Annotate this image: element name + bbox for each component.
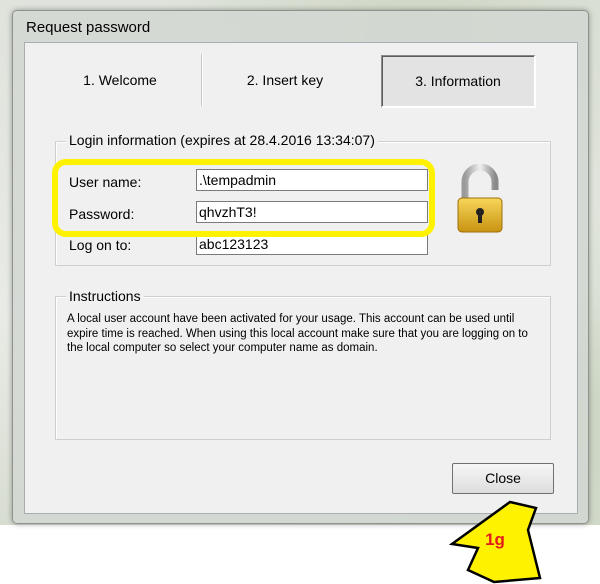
- open-padlock-icon: [457, 164, 503, 233]
- close-button[interactable]: Close: [452, 463, 554, 494]
- instructions-text: A local user account have been activated…: [67, 313, 528, 354]
- step-information[interactable]: 3. Information: [381, 55, 536, 108]
- dialog-title: Request password: [26, 19, 151, 36]
- step-insert-key[interactable]: 2. Insert key: [215, 58, 355, 102]
- dialog-client-area: [24, 42, 578, 514]
- callout-label: 1g: [485, 530, 505, 549]
- step-welcome[interactable]: 1. Welcome: [60, 58, 180, 102]
- credentials-highlight: [52, 159, 435, 237]
- step-divider: [201, 54, 203, 106]
- instructions-legend: Instructions: [66, 288, 144, 304]
- login-info-legend: Login information (expires at 28.4.2016 …: [66, 132, 378, 148]
- log-on-to-label: Log on to:: [69, 237, 132, 253]
